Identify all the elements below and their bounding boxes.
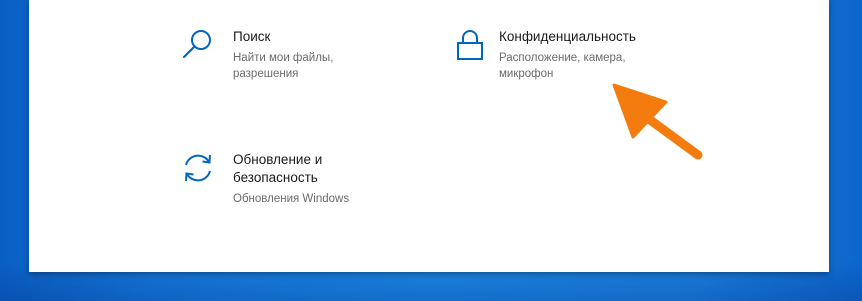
settings-tile-privacy-text: Конфиденциальность Расположение, камера,… [499,28,636,82]
lock-icon [457,30,483,60]
tile-description-line: разрешения [233,68,299,80]
tile-title: Конфиденциальность [499,29,636,44]
settings-window: Поиск Найти мои файлы, разрешения Конфид… [29,0,829,272]
tile-description-line: Расположение, камера, [499,52,626,64]
settings-tile-search-text: Поиск Найти мои файлы, разрешения [233,28,333,82]
tile-description-line: Найти мои файлы, [233,52,334,64]
tile-title-line: безопасность [233,170,318,185]
tile-description-line: микрофон [499,68,554,80]
sync-icon [185,154,211,182]
settings-tile-privacy[interactable]: Конфиденциальность Расположение, камера,… [453,28,636,82]
tile-description: Расположение, камера, микрофон [499,50,636,82]
tile-title-line: Обновление и [233,152,323,167]
tile-description: Найти мои файлы, разрешения [233,50,333,82]
settings-tile-search[interactable]: Поиск Найти мои файлы, разрешения [181,28,333,82]
settings-tile-update-text: Обновление и безопасность Обновления Win… [233,151,349,207]
settings-tile-update-security[interactable]: Обновление и безопасность Обновления Win… [181,151,349,207]
search-icon [182,30,211,59]
tile-title: Поиск [233,29,271,44]
tile-description: Обновления Windows [233,193,350,205]
tile-title: Обновление и безопасность [233,151,349,187]
